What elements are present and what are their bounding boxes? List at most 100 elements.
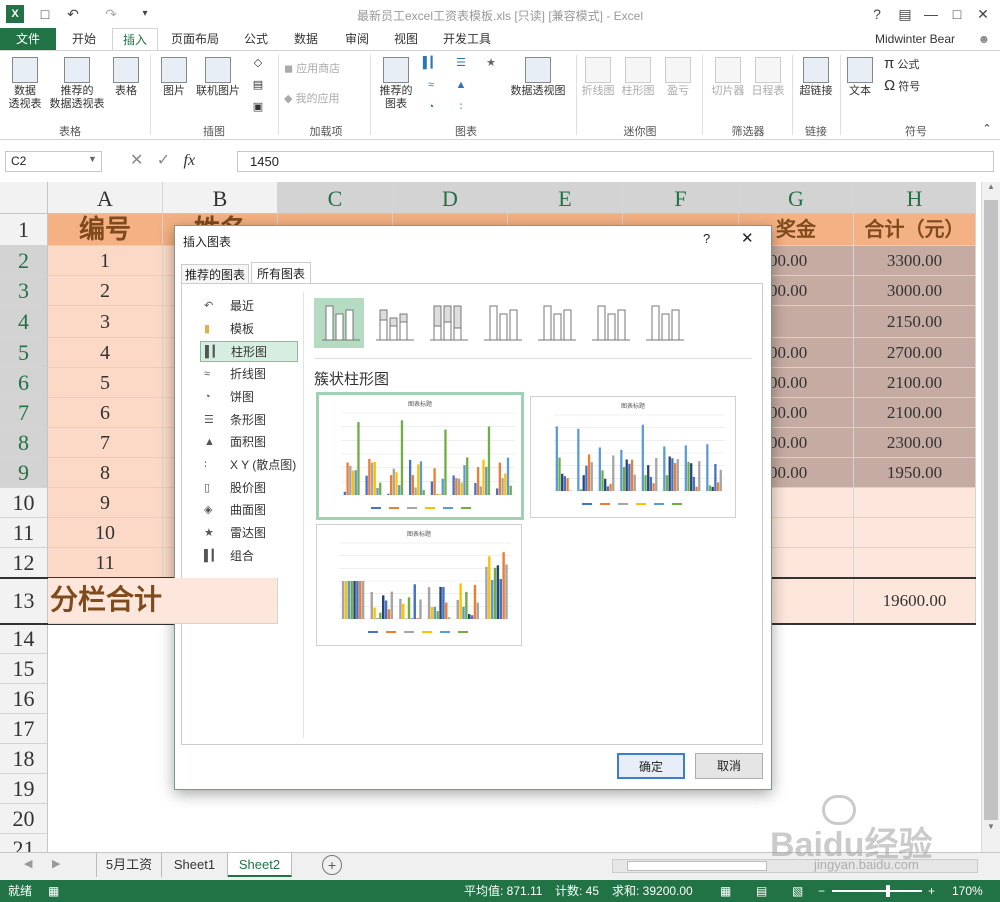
row-header-4[interactable]: 4 bbox=[0, 306, 48, 338]
recommended-pivot-button[interactable]: 推荐的 数据透视表 bbox=[46, 57, 108, 111]
chart-type-nav-6[interactable]: ▲ 面积图 bbox=[200, 432, 298, 453]
cell-H10[interactable] bbox=[854, 488, 976, 518]
row-header-2[interactable]: 2 bbox=[0, 246, 48, 276]
radar-chart-icon[interactable]: ★ bbox=[478, 57, 504, 70]
sparkline-column-button[interactable]: 柱形图 bbox=[620, 57, 656, 98]
symbol-button[interactable]: Ω 符号 bbox=[884, 78, 944, 94]
cell-A13[interactable]: 分栏合计 bbox=[48, 578, 278, 624]
prev-sheet-icon[interactable]: ◀ bbox=[24, 857, 32, 870]
column-chart-icon[interactable]: ▌▎ bbox=[418, 57, 444, 70]
chart-type-nav-2[interactable]: ▌▎ 柱形图 bbox=[200, 341, 298, 363]
sparkline-line-button[interactable]: 折线图 bbox=[580, 57, 616, 98]
tab-developer[interactable]: 开发工具 bbox=[434, 28, 500, 50]
help-button[interactable]: ? bbox=[866, 4, 888, 24]
chart-type-nav-7[interactable]: ∶ X Y (散点图) bbox=[200, 455, 298, 476]
page-layout-view-icon[interactable]: ▤ bbox=[756, 880, 767, 902]
recommended-charts-button[interactable]: 推荐的 图表 bbox=[376, 57, 416, 111]
undo-icon[interactable]: ↶ bbox=[62, 4, 84, 24]
name-box-dropdown-icon[interactable]: ▼ bbox=[88, 154, 97, 164]
slicer-button[interactable]: 切片器 bbox=[708, 57, 748, 98]
chart-preview-3[interactable]: 图表标题 bbox=[316, 524, 522, 646]
customize-toolbar-icon[interactable]: ▾ bbox=[134, 4, 156, 24]
tab-formulas[interactable]: 公式 bbox=[232, 28, 280, 50]
macro-record-icon[interactable]: ▦ bbox=[48, 880, 59, 902]
cell-H12[interactable] bbox=[854, 548, 976, 578]
3d-clustered-column-icon[interactable] bbox=[476, 298, 526, 348]
column-header-A[interactable]: A bbox=[48, 182, 163, 214]
row-header-8[interactable]: 8 bbox=[0, 428, 48, 458]
row-header-6[interactable]: 6 bbox=[0, 368, 48, 398]
smartart-icon[interactable]: ▤ bbox=[246, 79, 270, 92]
tab-view[interactable]: 视图 bbox=[384, 28, 428, 50]
row-header-7[interactable]: 7 bbox=[0, 398, 48, 428]
ok-button[interactable]: 确定 bbox=[617, 753, 685, 779]
office-store-button[interactable]: ◼ 应用商店 bbox=[284, 63, 354, 76]
sheet-tab-sheet1[interactable]: Sheet1 bbox=[162, 853, 228, 877]
cancel-button[interactable]: 取消 bbox=[695, 753, 763, 779]
scatter-chart-icon[interactable]: ∶ bbox=[448, 101, 474, 114]
cell-H1[interactable]: 合计（元） bbox=[854, 214, 976, 246]
zoom-slider[interactable] bbox=[832, 885, 922, 897]
insert-function-icon[interactable]: fx bbox=[184, 152, 196, 169]
cell-H9[interactable]: 1950.00 bbox=[854, 458, 976, 488]
zoom-out-icon[interactable]: − bbox=[818, 880, 825, 902]
dialog-help-button[interactable]: ? bbox=[703, 231, 710, 246]
chart-type-nav-11[interactable]: ▌▎ 组合 bbox=[200, 546, 298, 567]
cell-H6[interactable]: 2100.00 bbox=[854, 368, 976, 398]
pivot-chart-button[interactable]: 数据透视图 bbox=[508, 57, 568, 98]
bar-chart-icon[interactable]: ☰ bbox=[448, 57, 474, 70]
zoom-slider-thumb[interactable] bbox=[886, 885, 890, 897]
chart-type-nav-5[interactable]: ☰ 条形图 bbox=[200, 410, 298, 431]
cell-H5[interactable]: 2700.00 bbox=[854, 338, 976, 368]
row-header-18[interactable]: 18 bbox=[0, 744, 48, 774]
tab-page-layout[interactable]: 页面布局 bbox=[162, 28, 228, 50]
restore-button[interactable]: □ bbox=[946, 4, 968, 24]
row-header-13[interactable]: 13 bbox=[0, 578, 48, 624]
column-header-H[interactable]: H bbox=[854, 182, 976, 214]
chart-type-nav-8[interactable]: ▯ 股价图 bbox=[200, 478, 298, 499]
3d-stacked-100-column-icon[interactable] bbox=[584, 298, 634, 348]
cell-A5[interactable]: 4 bbox=[48, 338, 163, 368]
cell-H13[interactable]: 19600.00 bbox=[854, 578, 976, 624]
row-header-9[interactable]: 9 bbox=[0, 458, 48, 488]
pie-chart-icon[interactable]: ◔ bbox=[418, 101, 444, 114]
save-icon[interactable]: □ bbox=[34, 4, 56, 24]
chart-type-nav-1[interactable]: ▮ 模板 bbox=[200, 319, 298, 340]
h-scroll-thumb[interactable] bbox=[627, 861, 767, 871]
tab-data[interactable]: 数据 bbox=[282, 28, 330, 50]
row-header-5[interactable]: 5 bbox=[0, 338, 48, 368]
screenshot-icon[interactable]: ▣ bbox=[246, 101, 270, 114]
area-chart-icon[interactable]: ▲ bbox=[448, 79, 474, 92]
vertical-scrollbar[interactable]: ▲ ▼ bbox=[981, 182, 1000, 852]
row-header-1[interactable]: 1 bbox=[0, 214, 48, 246]
row-header-11[interactable]: 11 bbox=[0, 518, 48, 548]
column-header-F[interactable]: F bbox=[623, 182, 739, 214]
text-button[interactable]: 文本 bbox=[844, 57, 876, 98]
cell-A3[interactable]: 2 bbox=[48, 276, 163, 306]
row-header-17[interactable]: 17 bbox=[0, 714, 48, 744]
chart-type-nav-0[interactable]: ↶ 最近 bbox=[200, 296, 298, 317]
sparkline-winloss-button[interactable]: 盈亏 bbox=[660, 57, 696, 98]
confirm-entry-icon[interactable]: ✓ bbox=[157, 152, 170, 169]
zoom-in-icon[interactable]: + bbox=[928, 880, 935, 902]
chart-preview-1[interactable]: 图表标题 bbox=[316, 392, 524, 520]
cancel-entry-icon[interactable]: ✕ bbox=[130, 152, 143, 169]
column-header-C[interactable]: C bbox=[278, 182, 393, 214]
3d-column-icon[interactable] bbox=[638, 298, 688, 348]
formula-input[interactable]: 1450 bbox=[237, 151, 994, 172]
equation-button[interactable]: π 公式 bbox=[884, 56, 944, 72]
tab-review[interactable]: 审阅 bbox=[334, 28, 380, 50]
user-avatar-icon[interactable]: ☻ bbox=[974, 28, 994, 50]
chart-type-nav-10[interactable]: ★ 雷达图 bbox=[200, 523, 298, 544]
dialog-close-button[interactable]: ✕ bbox=[741, 229, 754, 247]
row-header-14[interactable]: 14 bbox=[0, 624, 48, 654]
next-sheet-icon[interactable]: ▶ bbox=[52, 857, 60, 870]
row-header-21[interactable]: 21 bbox=[0, 834, 48, 852]
normal-view-icon[interactable]: ▦ bbox=[720, 880, 731, 902]
tab-file[interactable]: 文件 bbox=[0, 28, 56, 50]
close-button[interactable]: ✕ bbox=[972, 4, 994, 24]
sheet-tab-sheet2[interactable]: Sheet2 bbox=[228, 853, 292, 877]
online-pictures-button[interactable]: 联机图片 bbox=[192, 57, 244, 98]
scroll-thumb[interactable] bbox=[984, 200, 998, 820]
column-header-E[interactable]: E bbox=[508, 182, 623, 214]
